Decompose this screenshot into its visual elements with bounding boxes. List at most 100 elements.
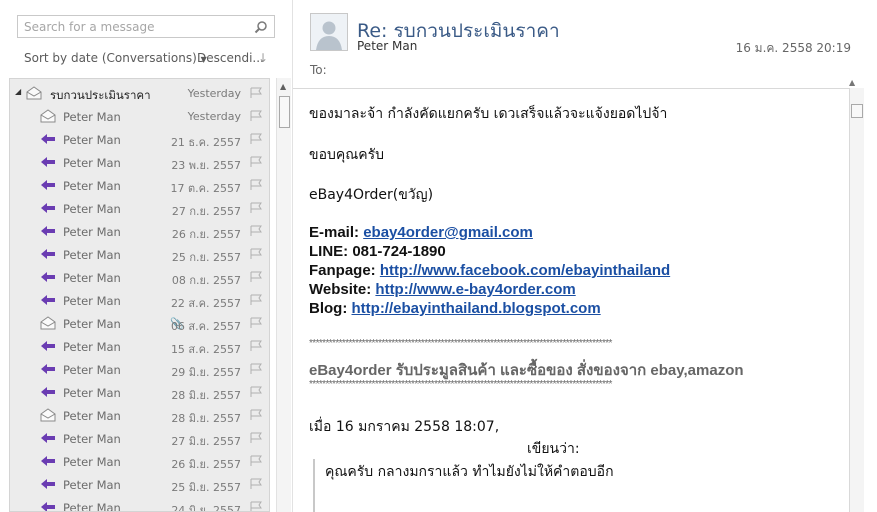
message-sender[interactable]: Peter Man: [357, 39, 417, 53]
list-item-date: 27 มิ.ย. 2557: [171, 435, 241, 448]
blog-link[interactable]: http://ebayinthailand.blogspot.com: [352, 300, 601, 317]
message-body-scrollbar[interactable]: [850, 88, 864, 512]
list-item[interactable]: Peter Man Yesterday: [10, 105, 269, 128]
list-item[interactable]: Peter Man 25 ก.ย. 2557: [10, 243, 269, 266]
flag-icon[interactable]: [249, 432, 263, 444]
list-item[interactable]: Peter Man 26 ก.ย. 2557: [10, 220, 269, 243]
fanpage-label: Fanpage:: [309, 262, 380, 279]
avatar: [310, 13, 348, 51]
body-line: ของมาละจ้า กำลังคัดแยกครับ เดวเสร็จแล้วจ…: [309, 106, 668, 122]
flag-icon[interactable]: [249, 363, 263, 375]
list-item-sender: Peter Man: [63, 202, 121, 216]
conversation-date: Yesterday: [187, 87, 241, 100]
list-item-date: 27 ก.ย. 2557: [171, 205, 241, 218]
search-input[interactable]: Search for a message: [24, 20, 154, 34]
list-item[interactable]: Peter Man 29 มิ.ย. 2557: [10, 358, 269, 381]
list-item-sender: Peter Man: [63, 317, 121, 331]
list-item-sender: Peter Man: [63, 179, 121, 193]
sort-direction-button[interactable]: Descendi...: [197, 51, 264, 65]
list-item-date: 15 ส.ค. 2557: [170, 343, 241, 356]
quote-header: เมื่อ 16 มกราคม 2558 18:07,: [309, 419, 500, 435]
reply-arrow-icon: [41, 134, 55, 144]
list-item[interactable]: Peter Man 15 ส.ค. 2557: [10, 335, 269, 358]
list-item[interactable]: Peter Man 25 มิ.ย. 2557: [10, 473, 269, 496]
flag-icon[interactable]: [249, 478, 263, 490]
message-list-scrollbar[interactable]: ▲: [276, 78, 291, 512]
list-item-sender: Peter Man: [63, 133, 121, 147]
reply-arrow-icon: [41, 249, 55, 259]
list-item[interactable]: Peter Man 08 ก.ย. 2557: [10, 266, 269, 289]
email-line: E-mail: ebay4order@gmail.com: [309, 224, 533, 241]
list-item-sender: Peter Man: [63, 409, 121, 423]
blog-line: Blog: http://ebayinthailand.blogspot.com: [309, 300, 601, 317]
list-item[interactable]: Peter Man 17 ต.ค. 2557: [10, 174, 269, 197]
list-item[interactable]: Peter Man 24 มิ.ย. 2557: [10, 496, 269, 512]
envelope-open-icon: [40, 316, 56, 330]
list-item[interactable]: Peter Man 23 พ.ย. 2557: [10, 151, 269, 174]
scrollbar-thumb[interactable]: [851, 104, 863, 118]
person-silhouette-icon: [311, 14, 347, 50]
list-item[interactable]: Peter Man 26 มิ.ย. 2557: [10, 450, 269, 473]
flag-icon[interactable]: [249, 271, 263, 283]
flag-icon[interactable]: [249, 202, 263, 214]
body-line: eBay4Order(ขวัญ): [309, 187, 434, 203]
flag-icon[interactable]: [249, 409, 263, 421]
list-item[interactable]: Peter Man 22 ส.ค. 2557: [10, 289, 269, 312]
list-item-date: 26 ก.ย. 2557: [171, 228, 241, 241]
scroll-up-arrow-icon[interactable]: ▲: [280, 82, 286, 91]
list-item-sender: Peter Man: [63, 501, 121, 512]
list-item[interactable]: Peter Man 28 มิ.ย. 2557: [10, 381, 269, 404]
flag-icon[interactable]: [249, 386, 263, 398]
list-item[interactable]: Peter Man 27 มิ.ย. 2557: [10, 427, 269, 450]
flag-icon[interactable]: [249, 340, 263, 352]
list-item[interactable]: Peter Man 📎 06 ส.ค. 2557: [10, 312, 269, 335]
list-item-sender: Peter Man: [63, 110, 121, 124]
sort-down-arrow-icon[interactable]: ↓: [258, 51, 268, 65]
search-box[interactable]: Search for a message: [17, 15, 275, 38]
body-line: ขอบคุณครับ: [309, 147, 384, 163]
list-item-date: 29 มิ.ย. 2557: [171, 366, 241, 379]
list-item-date: Yesterday: [187, 110, 241, 123]
flag-icon[interactable]: [249, 455, 263, 467]
list-item-date: 26 มิ.ย. 2557: [171, 458, 241, 471]
reply-arrow-icon: [41, 226, 55, 236]
collapse-triangle-icon[interactable]: ◢: [15, 87, 21, 96]
flag-icon[interactable]: [249, 156, 263, 168]
conversation-header[interactable]: ◢ รบกวนประเมินราคา Yesterday: [10, 82, 269, 105]
reply-arrow-icon: [41, 157, 55, 167]
sort-by-dropdown[interactable]: Sort by date (Conversations) ▼: [24, 51, 207, 65]
scroll-up-arrow-icon[interactable]: ▲: [849, 78, 863, 88]
flag-icon[interactable]: [249, 133, 263, 145]
conversation-title: รบกวนประเมินราคา: [50, 88, 151, 102]
line-id: LINE: 081-724-1890: [309, 243, 446, 260]
list-item[interactable]: Peter Man 21 ธ.ค. 2557: [10, 128, 269, 151]
flag-icon[interactable]: [249, 110, 263, 122]
flag-icon[interactable]: [249, 317, 263, 329]
flag-icon[interactable]: [249, 248, 263, 260]
sort-direction-label: Descendi...: [197, 51, 264, 65]
reply-arrow-icon: [41, 341, 55, 351]
reply-arrow-icon: [41, 295, 55, 305]
flag-icon[interactable]: [249, 294, 263, 306]
list-item-date: 25 ก.ย. 2557: [171, 251, 241, 264]
flag-icon[interactable]: [249, 87, 263, 99]
list-item[interactable]: Peter Man 27 ก.ย. 2557: [10, 197, 269, 220]
fanpage-link[interactable]: http://www.facebook.com/ebayinthailand: [380, 262, 670, 279]
list-item-sender: Peter Man: [63, 294, 121, 308]
email-link[interactable]: ebay4order@gmail.com: [363, 224, 533, 241]
list-item[interactable]: Peter Man 28 มิ.ย. 2557: [10, 404, 269, 427]
message-date: 16 ม.ค. 2558 20:19: [735, 41, 851, 55]
flag-icon[interactable]: [249, 225, 263, 237]
list-item-date: 28 มิ.ย. 2557: [171, 412, 241, 425]
sort-by-label: Sort by date (Conversations): [24, 51, 197, 65]
website-link[interactable]: http://www.e-bay4order.com: [375, 281, 575, 298]
envelope-open-icon: [40, 109, 56, 123]
list-item-date: 24 มิ.ย. 2557: [171, 504, 241, 512]
fanpage-line: Fanpage: http://www.facebook.com/ebayint…: [309, 262, 670, 279]
search-icon[interactable]: [254, 20, 268, 34]
reply-arrow-icon: [41, 502, 55, 511]
scrollbar-thumb[interactable]: [279, 96, 290, 128]
flag-icon[interactable]: [249, 501, 263, 512]
list-item-date: 08 ก.ย. 2557: [171, 274, 241, 287]
flag-icon[interactable]: [249, 179, 263, 191]
